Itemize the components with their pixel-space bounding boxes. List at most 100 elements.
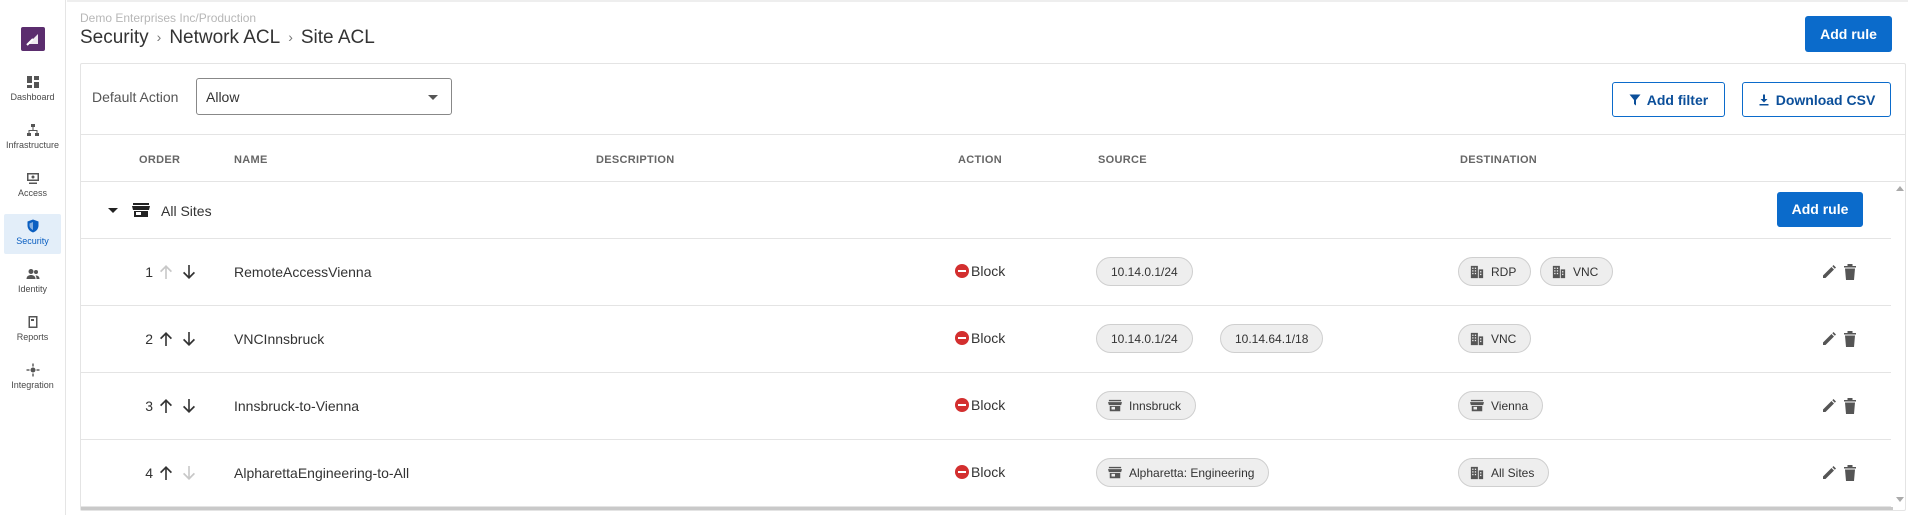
source-chip[interactable]: 10.14.0.1/24 (1096, 324, 1193, 353)
delete-icon[interactable] (1843, 330, 1857, 348)
logo-icon[interactable] (21, 27, 45, 51)
store-icon (132, 203, 150, 217)
table-row[interactable]: 4 AlpharettaEngineering-to-All Block Alphar… (81, 440, 1891, 507)
edit-icon[interactable] (1821, 465, 1837, 481)
rule-name: VNCInnsbruck (234, 331, 325, 347)
collapse-icon[interactable] (108, 208, 118, 213)
default-action-select[interactable]: Allow (196, 78, 452, 115)
source-chip-label: 10.14.0.1/24 (1111, 331, 1178, 346)
column-header-description[interactable]: DESCRIPTION (596, 154, 674, 166)
source-chip[interactable]: 10.14.64.1/18 (1220, 324, 1324, 353)
sidebar-item-label: Infrastructure (5, 140, 60, 150)
breadcrumb-item-network-acl[interactable]: Network ACL (169, 27, 280, 48)
table-header: ORDER NAME DESCRIPTION ACTION SOURCE DES… (81, 134, 1905, 182)
arrow-down-icon[interactable] (182, 264, 196, 280)
delete-icon[interactable] (1843, 263, 1857, 281)
arrow-up-icon[interactable] (159, 465, 173, 481)
scroll-up-icon[interactable] (1896, 186, 1904, 191)
column-header-order[interactable]: ORDER (139, 154, 180, 166)
destination-chip-label: Vienna (1491, 398, 1529, 413)
download-csv-label: Download CSV (1775, 91, 1876, 108)
store-icon (1108, 399, 1122, 411)
building-icon (1470, 466, 1484, 479)
infrastructure-icon (26, 124, 39, 136)
sidebar-item-label: Access (17, 188, 47, 198)
sidebar-item-label: Dashboard (10, 92, 55, 102)
dashboard-icon (26, 76, 39, 88)
rule-action: Block (955, 263, 1005, 279)
table-row[interactable]: 3 Innsbruck-to-Vienna Block Innsbruck Vienna (81, 373, 1891, 440)
acl-panel: Default Action Allow Add filter Download… (80, 63, 1906, 511)
building-icon (1552, 265, 1566, 278)
page-header: Demo Enterprises Inc/Production Security… (67, 0, 1908, 62)
edit-icon[interactable] (1821, 398, 1837, 414)
add-filter-button[interactable]: Add filter (1612, 82, 1725, 117)
table-row[interactable]: 1 RemoteAccessVienna Block 10.14.0.1/24 RDP V… (81, 239, 1891, 306)
column-header-name[interactable]: NAME (234, 154, 268, 166)
source-chip[interactable]: 10.14.0.1/24 (1096, 257, 1193, 286)
rule-action-label: Block (971, 464, 1006, 480)
vertical-scrollbar[interactable] (1893, 182, 1905, 510)
sidebar-item-dashboard[interactable]: Dashboard (4, 70, 61, 110)
delete-icon[interactable] (1843, 397, 1857, 415)
sidebar-item-infrastructure[interactable]: Infrastructure (4, 118, 61, 158)
add-rule-button[interactable]: Add rule (1805, 16, 1892, 52)
chevron-down-icon (428, 95, 438, 100)
destination-chip[interactable]: RDP (1458, 257, 1532, 286)
destination-chip-label: VNC (1491, 331, 1517, 346)
source-chip-label: Innsbruck (1129, 398, 1182, 413)
group-row-all-sites: All Sites Add rule (81, 182, 1891, 239)
source-chip[interactable]: Innsbruck (1096, 391, 1197, 420)
destination-chip-label: RDP (1491, 264, 1517, 279)
row-order: 2 (145, 331, 153, 347)
breadcrumb: Security › Network ACL › Site ACL (80, 27, 375, 49)
column-header-destination[interactable]: DESTINATION (1460, 154, 1537, 166)
sidebar-item-reports[interactable]: Reports (4, 310, 61, 350)
scroll-down-icon[interactable] (1896, 497, 1904, 502)
horizontal-scrollbar[interactable] (81, 507, 1893, 510)
default-action-value: Allow (206, 89, 240, 105)
breadcrumb-item-security[interactable]: Security (80, 27, 149, 48)
rule-name: RemoteAccessVienna (234, 264, 372, 280)
download-icon (1759, 94, 1769, 105)
block-icon (955, 465, 969, 479)
default-action-label: Default Action (92, 89, 179, 105)
destination-chip[interactable]: VNC (1458, 324, 1532, 353)
filter-icon (1629, 94, 1641, 105)
arrow-down-icon (183, 466, 195, 480)
edit-icon[interactable] (1821, 264, 1837, 280)
destination-chip[interactable]: All Sites (1458, 458, 1550, 487)
rule-action-label: Block (971, 397, 1006, 413)
edit-icon[interactable] (1821, 331, 1837, 347)
sidebar-item-label: Identity (17, 284, 48, 294)
arrow-down-icon[interactable] (182, 331, 196, 347)
group-add-rule-button[interactable]: Add rule (1777, 192, 1863, 227)
arrow-up-icon (160, 265, 172, 279)
arrow-up-icon[interactable] (159, 331, 173, 347)
integration-icon (26, 363, 39, 377)
destination-chip-label: All Sites (1491, 465, 1535, 480)
sidebar-item-integration[interactable]: Integration (4, 358, 61, 398)
building-icon (1470, 265, 1484, 278)
table-row[interactable]: 2 VNCInnsbruck Block 10.14.0.1/24 10.14.64.1… (81, 306, 1891, 373)
chevron-right-icon: › (156, 29, 162, 45)
arrow-up-icon[interactable] (159, 398, 173, 414)
download-csv-button[interactable]: Download CSV (1742, 82, 1891, 117)
rule-action: Block (955, 330, 1005, 346)
delete-icon[interactable] (1843, 464, 1857, 482)
sidebar: Dashboard Infrastructure Access Security… (0, 0, 66, 515)
source-chip-label: Alpharetta: Engineering (1129, 465, 1255, 480)
arrow-down-icon[interactable] (182, 398, 196, 414)
rule-name: AlpharettaEngineering-to-All (234, 465, 410, 481)
sidebar-item-identity[interactable]: Identity (4, 262, 61, 302)
row-order: 3 (145, 398, 153, 414)
column-header-source[interactable]: SOURCE (1098, 154, 1147, 166)
sidebar-item-access[interactable]: Access (4, 166, 61, 206)
shield-icon (27, 219, 38, 233)
destination-chip[interactable]: Vienna (1458, 391, 1544, 420)
add-filter-label: Add filter (1646, 91, 1709, 108)
source-chip[interactable]: Alpharetta: Engineering (1096, 458, 1270, 487)
sidebar-item-security[interactable]: Security (4, 214, 61, 254)
column-header-action[interactable]: ACTION (958, 154, 1002, 166)
destination-chip[interactable]: VNC (1540, 257, 1614, 286)
